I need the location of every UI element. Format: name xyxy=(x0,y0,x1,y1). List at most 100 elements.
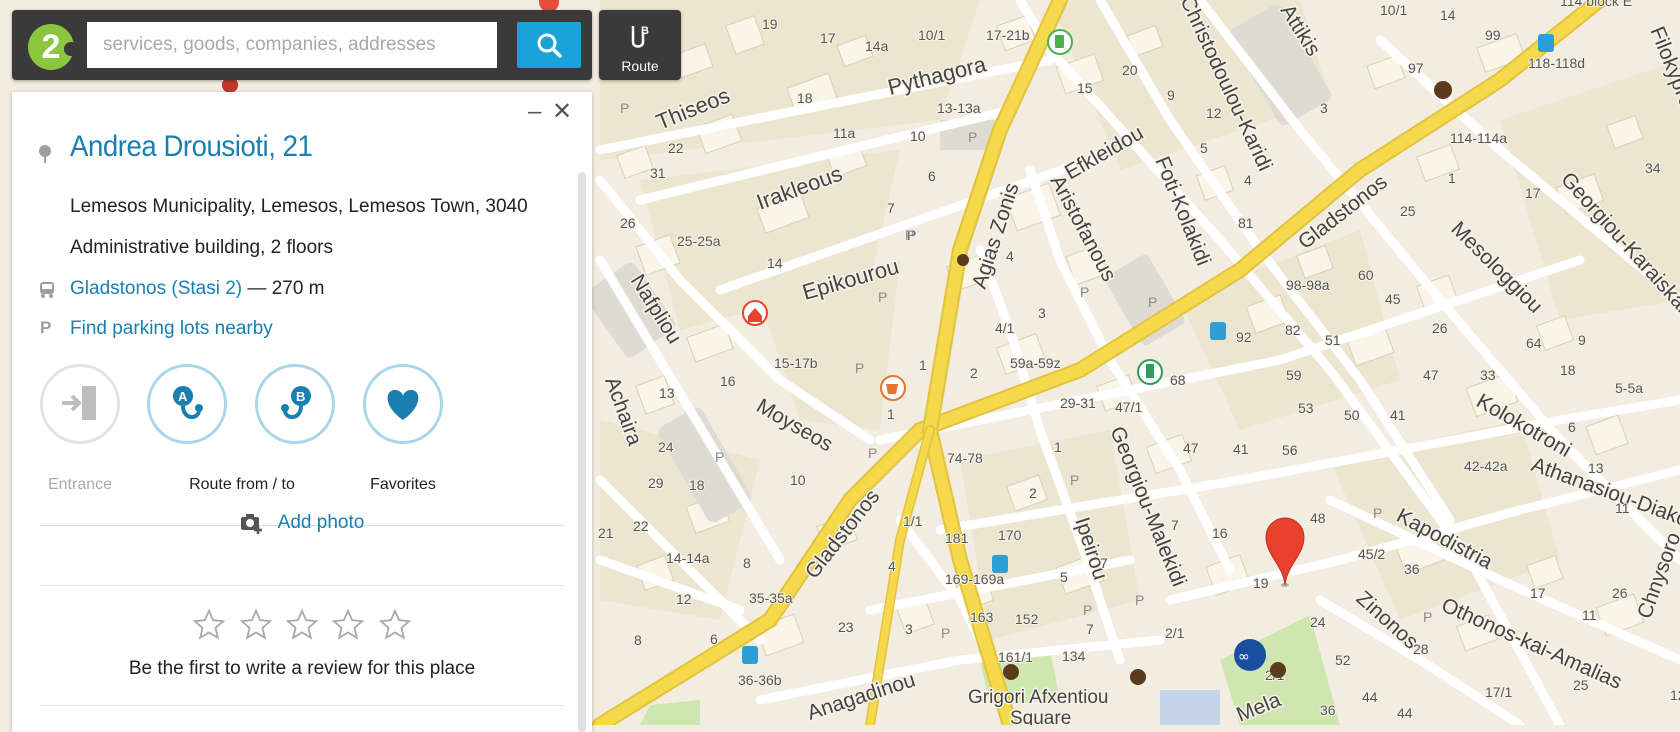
house-number: 12 xyxy=(1670,687,1680,703)
house-number: 26 xyxy=(1432,320,1448,336)
house-number: 52 xyxy=(1335,652,1351,668)
route-button-label: Route xyxy=(621,58,659,74)
house-number: 14 xyxy=(1440,7,1456,23)
heart-icon xyxy=(387,390,419,420)
house-number: 17 xyxy=(1530,585,1546,601)
house-number: 7 xyxy=(1086,621,1094,637)
house-number: 16 xyxy=(720,373,736,389)
route-to-button[interactable]: B xyxy=(255,364,335,444)
add-photo-row: Add photo xyxy=(12,512,592,534)
house-number: 2/1 xyxy=(1165,625,1185,641)
search-button[interactable] xyxy=(517,22,581,68)
house-number: 68 xyxy=(1170,372,1186,388)
house-number: 50 xyxy=(1344,407,1360,423)
house-number: 152 xyxy=(1015,611,1039,627)
search-bar: 2 xyxy=(12,10,592,80)
route-button[interactable]: B Route xyxy=(599,10,681,80)
nearest-stop-link[interactable]: Gladstonos (Stasi 2) xyxy=(70,278,242,299)
svg-text:A: A xyxy=(178,389,188,404)
add-photo-icon xyxy=(240,514,262,534)
house-number: 15 xyxy=(1077,80,1093,96)
house-number: 23 xyxy=(838,619,854,635)
house-number: 24 xyxy=(658,439,674,455)
house-number: 45/2 xyxy=(1358,546,1385,562)
house-number: 22 xyxy=(633,518,649,534)
house-number: 81 xyxy=(1238,215,1254,231)
house-number: 15-17b xyxy=(774,355,818,371)
app-logo[interactable]: 2 xyxy=(28,24,78,70)
add-photo-link[interactable]: Add photo xyxy=(278,512,365,533)
star-icon[interactable] xyxy=(285,608,319,642)
house-number: 10/1 xyxy=(1380,2,1407,18)
house-number: 1 xyxy=(1054,439,1062,455)
house-number: 59 xyxy=(1286,367,1302,383)
house-number: 19 xyxy=(762,16,778,32)
house-number: 8 xyxy=(743,555,751,571)
house-number: 51 xyxy=(1325,332,1341,348)
house-number: 181 xyxy=(945,530,969,546)
house-number: 3 xyxy=(905,621,913,637)
house-number: 10 xyxy=(910,128,926,144)
house-number: 10 xyxy=(790,472,806,488)
entrance-button[interactable] xyxy=(40,364,120,444)
house-number: 20 xyxy=(1122,62,1138,78)
svg-text:P: P xyxy=(855,360,864,376)
parking-icon: P xyxy=(40,318,52,337)
entrance-icon xyxy=(62,386,96,420)
house-number: 2 xyxy=(1029,485,1037,501)
house-number: 5 xyxy=(1200,140,1208,156)
house-number: 170 xyxy=(998,527,1022,543)
house-number: 4 xyxy=(888,558,896,574)
close-icon[interactable]: ✕ xyxy=(552,100,572,124)
house-number: 12 xyxy=(1206,105,1222,121)
poi-icon xyxy=(957,254,969,266)
star-icon[interactable] xyxy=(331,608,365,642)
house-number: 13 xyxy=(659,385,675,401)
house-number: 6 xyxy=(928,168,936,184)
house-number: 163 xyxy=(970,609,994,625)
bus-icon xyxy=(40,282,54,298)
svg-text:P: P xyxy=(1373,505,1382,521)
house-number: 42-42a xyxy=(1464,458,1508,474)
svg-text:∞: ∞ xyxy=(1238,649,1250,665)
house-number: 82 xyxy=(1285,322,1301,338)
house-number: 169-169a xyxy=(945,571,1004,587)
house-number: 18 xyxy=(1560,362,1576,378)
favorites-button[interactable] xyxy=(363,364,443,444)
house-number: 18 xyxy=(689,477,705,493)
house-number: 22 xyxy=(668,140,684,156)
stop-distance: — 270 m xyxy=(247,278,325,299)
house-number: 64 xyxy=(1526,335,1542,351)
star-icon[interactable] xyxy=(239,608,273,642)
house-number: 4 xyxy=(1006,248,1014,264)
house-number: 98-98a xyxy=(1286,277,1330,293)
house-number: 56 xyxy=(1282,442,1298,458)
place-address: Lemesos Municipality, Lemesos, Lemesos T… xyxy=(70,196,528,217)
find-parking-link[interactable]: Find parking lots nearby xyxy=(70,318,273,339)
route-from-to-label: Route from / to xyxy=(189,476,295,493)
house-number: 36 xyxy=(1320,702,1336,718)
svg-text:B: B xyxy=(641,25,649,37)
minimize-icon[interactable]: – xyxy=(528,100,541,124)
route-from-button[interactable]: A xyxy=(147,364,227,444)
house-number: 45 xyxy=(1385,291,1401,307)
panel-scrollbar[interactable] xyxy=(578,172,586,732)
svg-text:P: P xyxy=(941,625,950,641)
house-number: 7 xyxy=(887,200,895,216)
star-icon[interactable] xyxy=(192,608,226,642)
star-icon[interactable] xyxy=(378,608,412,642)
house-number: 1 xyxy=(1448,170,1456,186)
house-number: 17 xyxy=(1525,185,1541,201)
house-number: 4/1 xyxy=(995,320,1015,336)
house-number: 8 xyxy=(634,632,642,648)
search-input[interactable] xyxy=(87,22,497,68)
house-number: 25 xyxy=(1573,677,1589,693)
house-number: 44 xyxy=(1362,689,1378,705)
house-number: 7 xyxy=(1100,555,1108,571)
house-number: 18 xyxy=(797,90,813,106)
house-number: 44 xyxy=(1397,705,1413,721)
rating-stars xyxy=(12,608,592,647)
svg-text:P: P xyxy=(620,100,629,116)
svg-text:P: P xyxy=(1070,472,1079,488)
bus-stop-icon xyxy=(992,555,1008,573)
